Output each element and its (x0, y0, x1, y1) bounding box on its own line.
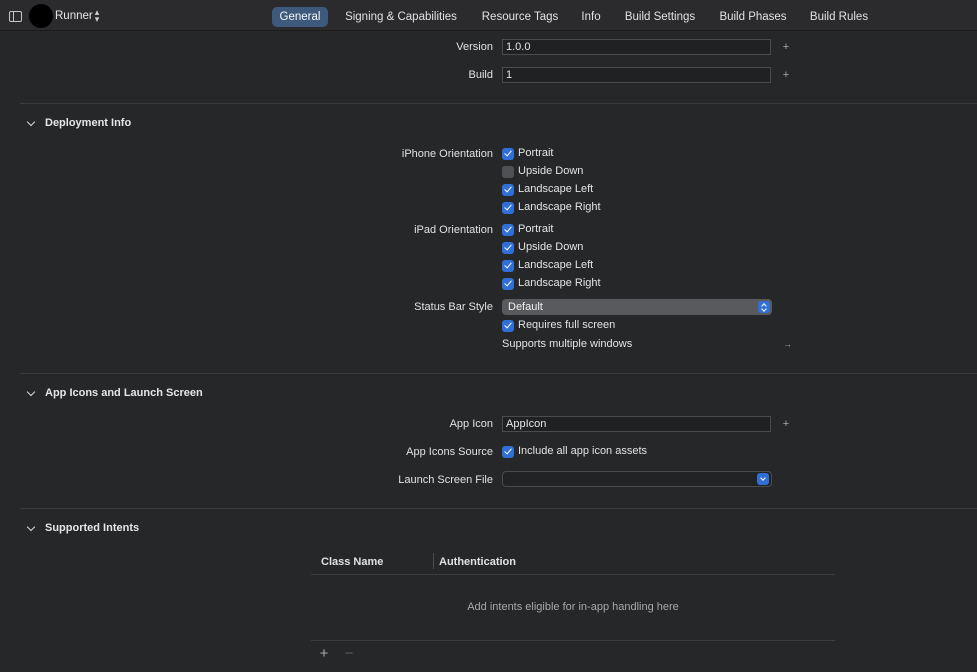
chevron-updown-icon[interactable] (758, 301, 770, 313)
supported-intents-title[interactable]: Supported Intents (45, 522, 139, 534)
tab-general[interactable]: General (272, 7, 328, 27)
iphone-orientation-label: iPhone Orientation (401, 148, 493, 160)
ipad-orientation-label: iPad Orientation (414, 224, 493, 236)
checkbox-checked-icon[interactable] (502, 320, 514, 332)
checkbox-checked-icon[interactable] (502, 260, 514, 272)
app-icon-label: App Icon (449, 418, 493, 430)
launch-screen-file-label: Launch Screen File (398, 474, 493, 486)
app-icons-title[interactable]: App Icons and Launch Screen (45, 387, 203, 399)
intents-empty-message: Add intents eligible for in-app handling… (467, 601, 679, 613)
checkbox-checked-icon[interactable] (502, 202, 514, 214)
editor-toolbar: Runner ▴ ▾ General Signing & Capabilities… (0, 0, 977, 31)
checkbox-checked-icon[interactable] (502, 148, 514, 160)
checkbox-checked-icon[interactable] (502, 278, 514, 290)
version-field[interactable]: 1.0.0 (502, 39, 771, 55)
status-bar-style-popup[interactable]: Default (502, 299, 772, 315)
intents-table-body[interactable]: Add intents eligible for in-app handling… (311, 576, 835, 640)
section-divider (20, 508, 977, 509)
status-bar-style-label: Status Bar Style (414, 301, 493, 313)
tab-signing-capabilities[interactable]: Signing & Capabilities (337, 7, 465, 27)
column-header-class-name[interactable]: Class Name (321, 556, 383, 568)
checkbox-checked-icon[interactable] (502, 446, 514, 458)
section-divider (20, 373, 977, 374)
intents-table-header: Class Name Authentication (311, 547, 835, 575)
sidebar-toggle-icon[interactable] (9, 11, 22, 22)
section-divider (20, 103, 977, 104)
checkbox-checked-icon[interactable] (502, 242, 514, 254)
checkbox-unchecked-icon[interactable] (502, 166, 514, 178)
arrow-right-icon[interactable]: → (783, 339, 792, 349)
supports-multiple-windows-label: Supports multiple windows (502, 338, 633, 350)
remove-intent-button[interactable]: − (343, 645, 355, 662)
build-plus-icon[interactable]: + (781, 69, 791, 81)
build-field[interactable]: 1 (502, 67, 771, 83)
tab-info[interactable]: Info (574, 7, 608, 27)
deployment-info-title[interactable]: Deployment Info (45, 117, 131, 129)
chevron-updown-icon[interactable]: ▴ ▾ (93, 8, 101, 24)
column-header-authentication[interactable]: Authentication (439, 556, 516, 568)
disclosure-chevron-icon[interactable] (27, 524, 35, 532)
launch-screen-file-combo[interactable] (502, 471, 772, 487)
disclosure-chevron-icon[interactable] (27, 389, 35, 397)
app-icon-plus-icon[interactable]: + (781, 418, 791, 430)
tab-build-rules[interactable]: Build Rules (803, 7, 875, 27)
table-footer-divider (311, 640, 835, 641)
app-icon-field[interactable]: AppIcon (502, 416, 771, 432)
chevron-down-icon[interactable] (757, 473, 769, 485)
add-intent-button[interactable]: + (318, 645, 330, 662)
tab-resource-tags[interactable]: Resource Tags (474, 7, 566, 27)
app-icons-source-label: App Icons Source (406, 446, 493, 458)
column-separator[interactable] (433, 553, 434, 569)
version-plus-icon[interactable]: + (781, 41, 791, 53)
version-label: Version (456, 41, 493, 53)
checkbox-checked-icon[interactable] (502, 224, 514, 236)
tab-build-settings[interactable]: Build Settings (616, 7, 704, 27)
tab-build-phases[interactable]: Build Phases (712, 7, 794, 27)
status-bar-style-value: Default (508, 301, 543, 313)
build-label: Build (468, 69, 493, 81)
target-avatar (29, 4, 53, 28)
target-selector[interactable]: Runner (55, 10, 93, 22)
checkbox-checked-icon[interactable] (502, 184, 514, 196)
disclosure-chevron-icon[interactable] (27, 119, 35, 127)
